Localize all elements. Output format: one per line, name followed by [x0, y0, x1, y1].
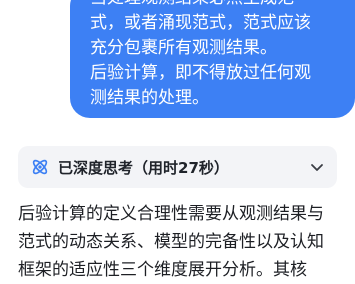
answer-line: 后验计算的定义合理性需要从观测结果与 [18, 204, 324, 224]
user-message-bubble: 当处理观测结果必然生成范 式，或者涌现范式，范式应该 充分包裹所有观测结果。 后… [70, 0, 355, 118]
chevron-down-icon[interactable] [309, 159, 325, 175]
atom-icon [32, 159, 48, 175]
assistant-answer: 后验计算的定义合理性需要从观测结果与 范式的动态关系、模型的完备性以及认知 框架… [18, 200, 355, 284]
user-message-line: 充分包裹所有观测结果。 [90, 38, 277, 58]
user-message-line: 式，或者涌现范式，范式应该 [90, 13, 311, 33]
answer-line: 框架的适应性三个维度展开分析。其核 [18, 260, 307, 280]
deep-thinking-toggle[interactable]: 已深度思考（用时27秒） [18, 146, 337, 188]
answer-line: 范式的动态关系、模型的完备性以及认知 [18, 232, 324, 252]
user-message-line: 后验计算，即不得放过任何观 [90, 63, 311, 83]
user-message-line: 测结果的处理。 [90, 88, 209, 108]
user-message-line: 当处理观测结果必然生成范 [90, 0, 355, 11]
deep-thinking-label: 已深度思考（用时27秒） [58, 158, 229, 177]
